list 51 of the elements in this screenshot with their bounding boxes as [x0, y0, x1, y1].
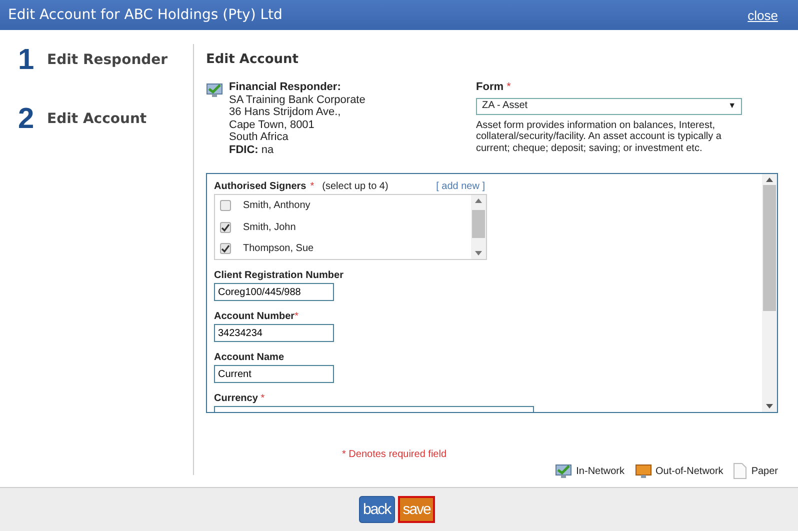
checkbox[interactable] — [220, 243, 231, 254]
scroll-up-icon[interactable] — [766, 177, 773, 183]
add-new-link[interactable]: [ add new ] — [436, 181, 485, 192]
fdic-line: FDIC: na — [229, 144, 275, 156]
scroll-down-icon[interactable] — [475, 250, 482, 256]
step-number: 2 — [18, 102, 36, 136]
section-heading: Edit Account — [206, 52, 300, 67]
field-label: Account Number — [214, 311, 295, 322]
signer-name: Smith, Anthony — [243, 200, 310, 212]
back-button[interactable]: back — [359, 496, 395, 523]
required-mark: * — [294, 311, 298, 322]
monitor-icon — [634, 463, 652, 479]
required-mark: * — [260, 393, 265, 404]
form-dropdown[interactable]: ZA - Asset ▼ — [476, 98, 742, 114]
step-label[interactable]: Edit Account — [47, 111, 147, 127]
field-label: Account Name — [214, 352, 284, 363]
panel-scrollbar[interactable] — [762, 174, 777, 412]
input-field[interactable]: Current — [214, 365, 334, 383]
legend-label: Paper — [751, 466, 778, 476]
checkbox[interactable] — [220, 200, 231, 212]
form-label: Form — [476, 81, 504, 93]
signer-name: Thompson, Sue — [243, 243, 314, 254]
required-note: * Denotes required field — [342, 449, 448, 460]
responder-label: Financial Responder: — [229, 81, 342, 94]
monitor-check-icon — [555, 463, 572, 479]
close-link[interactable]: close — [748, 8, 778, 22]
address-line: 36 Hans Strijdom Ave., — [229, 106, 342, 118]
signers-hint: (select up to 4) — [322, 181, 388, 192]
signer-name: Smith, John — [243, 222, 296, 233]
checkbox[interactable] — [220, 222, 231, 233]
document-icon — [733, 463, 748, 479]
address-line: SA Training Bank Corporate — [229, 94, 366, 106]
monitor-check-icon — [206, 82, 223, 98]
form-description: Asset form provides information on balances, Interest, collateral/security/facility. An asset account is typically a current; cheque; deposit; saving; or investment etc. — [476, 120, 722, 154]
scroll-up-icon[interactable] — [475, 198, 482, 204]
step-number: 1 — [18, 44, 36, 76]
legend-label: Out-of-Network — [656, 466, 724, 476]
input-field[interactable]: 34234234 — [214, 324, 334, 342]
address-line: South Africa — [229, 131, 290, 144]
required-mark: * — [310, 181, 314, 192]
field-label: Currency — [214, 393, 258, 404]
field-label: Client Registration Number — [214, 270, 344, 281]
list-scrollbar[interactable] — [471, 195, 486, 259]
step-label[interactable]: Edit Responder — [47, 52, 168, 68]
legend-label: In-Network — [576, 466, 625, 476]
address-line: Cape Town, 8001 — [229, 118, 316, 131]
scroll-down-icon[interactable] — [766, 403, 773, 409]
required-mark: * — [506, 81, 511, 93]
window-title: Edit Account for ABC Holdings (Pty) Ltd — [8, 7, 282, 23]
signers-label: Authorised Signers — [214, 181, 306, 192]
input-field[interactable]: Coreg100/445/988 — [214, 283, 334, 301]
